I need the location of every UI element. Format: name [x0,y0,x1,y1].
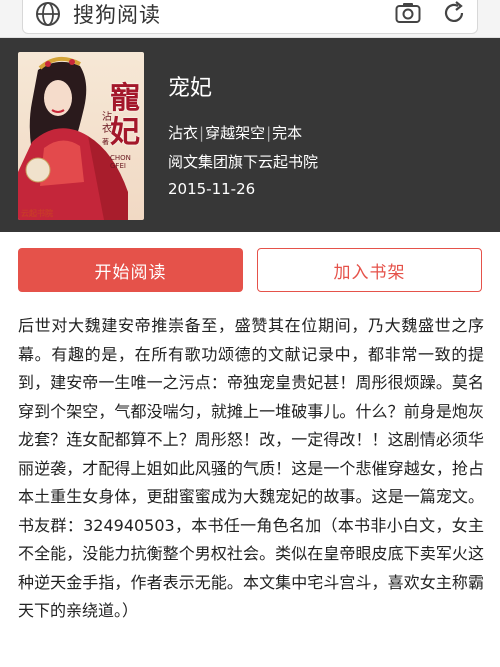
cover-logo: 云起书院 [21,209,53,218]
search-box[interactable]: 搜狗阅读 [22,0,478,34]
book-info-header: 寵妃 沾衣著 CHON GFEI 云起书院 宠妃 沾衣|穿越架空|完本 阅文集团… [0,38,500,232]
camera-icon[interactable] [395,2,421,28]
book-date: 2015-11-26 [168,180,256,198]
start-reading-button[interactable]: 开始阅读 [18,248,243,292]
book-category[interactable]: 穿越架空 [205,124,265,142]
globe-icon [35,1,61,31]
book-meta: 沾衣|穿越架空|完本 [168,122,302,143]
search-query[interactable]: 搜狗阅读 [73,0,161,29]
meta-divider: | [199,124,205,142]
cover-title-text: 寵妃 [110,81,140,150]
book-author[interactable]: 沾衣 [168,124,198,142]
book-description: 后世对大魏建安帝推崇备至，盛赞其在位期间，乃大魏盛世之序幕。有趣的是，在所有歌功… [18,316,484,620]
meta-divider: | [266,124,272,142]
book-title: 宠妃 [168,76,213,101]
browser-top-bar: 搜狗阅读 [0,0,500,38]
book-status: 完本 [272,124,303,142]
book-publisher: 阅文集团旗下云起书院 [168,153,319,171]
add-to-shelf-button[interactable]: 加入书架 [257,248,482,292]
book-cover[interactable]: 寵妃 沾衣著 CHON GFEI 云起书院 [18,52,144,220]
refresh-icon[interactable] [441,0,467,30]
cover-author-text: 沾衣著 [102,112,112,146]
cover-roman-text: CHON GFEI [110,154,131,170]
